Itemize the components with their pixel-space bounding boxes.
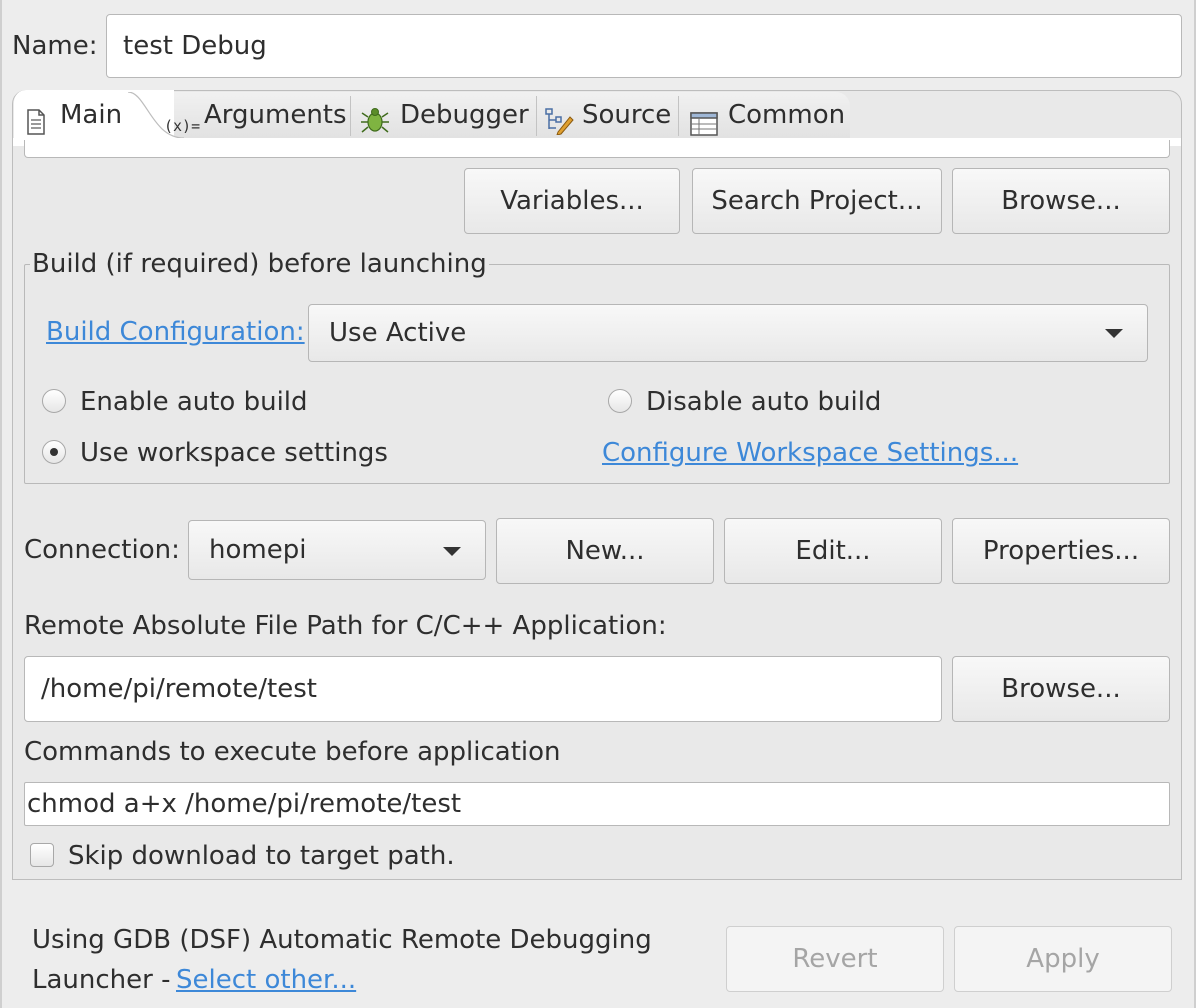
tab-source[interactable]: Source bbox=[540, 90, 678, 140]
connection-select[interactable]: homepi bbox=[188, 520, 486, 580]
name-label: Name: bbox=[12, 31, 98, 61]
remote-path-label: Remote Absolute File Path for C/C++ Appl… bbox=[24, 611, 667, 641]
name-input[interactable] bbox=[106, 14, 1182, 78]
disable-auto-build-label: Disable auto build bbox=[646, 387, 882, 417]
skip-download-checkbox[interactable] bbox=[30, 843, 54, 867]
launcher-text-line1: Using GDB (DSF) Automatic Remote Debuggi… bbox=[32, 925, 652, 955]
skip-download-label: Skip download to target path. bbox=[68, 841, 455, 871]
configure-workspace-settings-link[interactable]: Configure Workspace Settings... bbox=[602, 437, 1018, 469]
chevron-down-icon bbox=[443, 547, 461, 556]
tab-separator bbox=[350, 96, 351, 136]
enable-auto-build-label: Enable auto build bbox=[80, 387, 308, 417]
new-connection-button[interactable]: New... bbox=[496, 518, 714, 584]
connection-label: Connection: bbox=[24, 535, 180, 565]
tab-debugger-label: Debugger bbox=[400, 100, 529, 130]
project-input-clipped[interactable] bbox=[24, 140, 1170, 158]
revert-button[interactable]: Revert bbox=[726, 926, 944, 992]
connection-properties-button[interactable]: Properties... bbox=[952, 518, 1170, 584]
commands-label: Commands to execute before application bbox=[24, 737, 561, 767]
tab-separator bbox=[678, 96, 679, 136]
tab-common[interactable]: Common bbox=[684, 90, 850, 140]
tab-separator bbox=[536, 96, 537, 136]
build-group-title: Build (if required) before launching bbox=[30, 248, 489, 280]
build-configuration-value: Use Active bbox=[329, 318, 467, 348]
chevron-down-icon bbox=[1105, 329, 1123, 338]
tab-arguments-label: Arguments bbox=[204, 100, 347, 130]
tab-source-label: Source bbox=[582, 100, 672, 130]
disable-auto-build-radio[interactable] bbox=[608, 389, 632, 413]
enable-auto-build-radio[interactable] bbox=[42, 389, 66, 413]
search-project-button[interactable]: Search Project... bbox=[692, 168, 942, 234]
tab-debugger[interactable]: Debugger bbox=[356, 90, 536, 140]
tab-arguments[interactable]: (x)= Arguments bbox=[160, 90, 350, 140]
edit-connection-button[interactable]: Edit... bbox=[724, 518, 942, 584]
build-configuration-select[interactable]: Use Active bbox=[308, 304, 1148, 362]
apply-button[interactable]: Apply bbox=[954, 926, 1172, 992]
use-workspace-settings-label: Use workspace settings bbox=[80, 438, 388, 468]
variables-button[interactable]: Variables... bbox=[464, 168, 680, 234]
tab-common-label: Common bbox=[728, 100, 846, 130]
remote-path-input[interactable] bbox=[24, 656, 942, 722]
use-workspace-settings-radio[interactable] bbox=[42, 440, 66, 464]
select-other-link[interactable]: Select other... bbox=[176, 964, 356, 996]
commands-input[interactable] bbox=[24, 782, 1170, 826]
browse-remote-button[interactable]: Browse... bbox=[952, 656, 1170, 722]
dialog-left-border bbox=[0, 0, 2, 1008]
browse-project-button[interactable]: Browse... bbox=[952, 168, 1170, 234]
tab-main-label: Main bbox=[60, 100, 123, 130]
build-configuration-link[interactable]: Build Configuration: bbox=[46, 316, 305, 348]
svg-text:(x)=: (x)= bbox=[164, 117, 200, 135]
connection-value: homepi bbox=[209, 535, 307, 565]
launcher-text-line2: Launcher - bbox=[32, 965, 171, 995]
